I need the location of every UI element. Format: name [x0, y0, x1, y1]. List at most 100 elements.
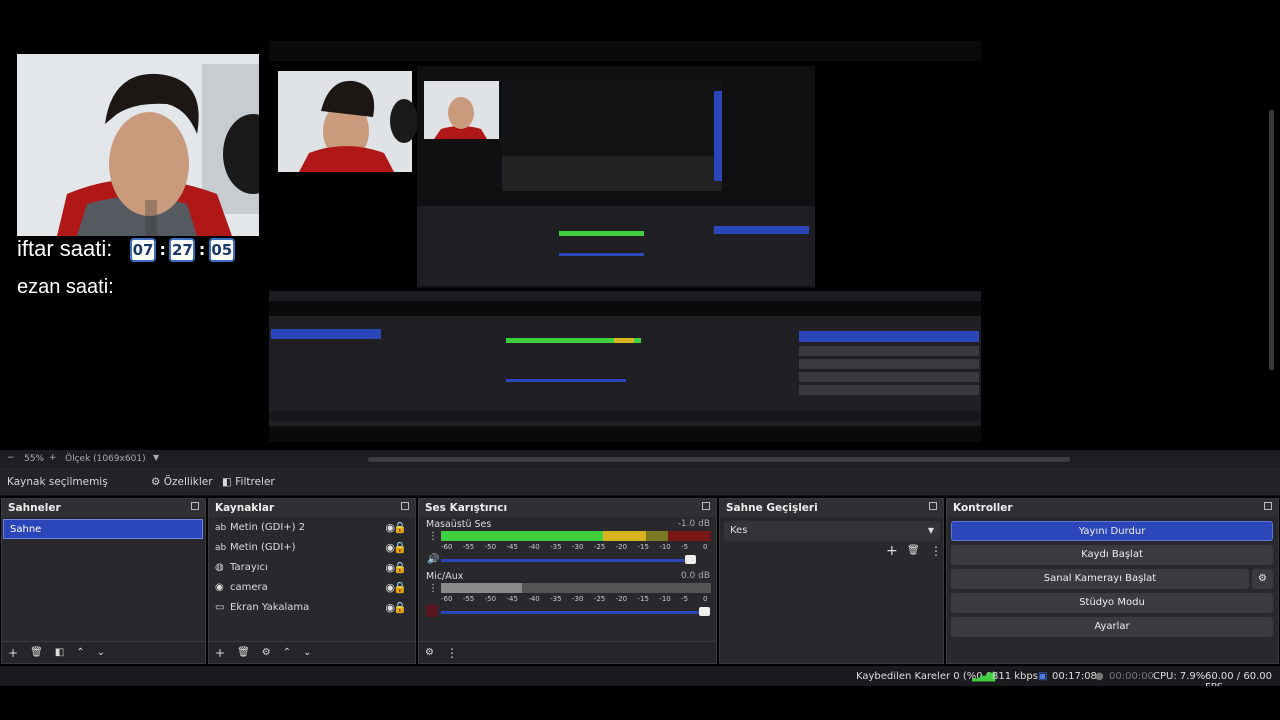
filters-label: Filtreler	[235, 476, 275, 488]
add-icon[interactable]: +	[8, 646, 18, 660]
gear-icon[interactable]: ⚙	[262, 647, 271, 658]
lock-icon[interactable]: 🔒	[393, 558, 407, 578]
meter-tick-label: -45	[506, 595, 518, 603]
meter-tick-label: -10	[659, 595, 671, 603]
transition-select[interactable]: Kes ▼	[724, 521, 940, 541]
chevron-up-icon[interactable]: ⌃	[283, 647, 291, 658]
chevron-down-icon[interactable]: ▼	[153, 453, 159, 462]
undock-icon[interactable]	[401, 502, 409, 510]
dock-title: Sahneler	[2, 499, 205, 517]
iftar-label: iftar saati:	[17, 236, 113, 261]
meter-tick-label: -35	[550, 543, 562, 551]
source-item[interactable]: ◉ camera ◉ 🔒	[209, 578, 415, 598]
source-item[interactable]: ab Metin (GDI+) 2 ◉ 🔒	[209, 518, 415, 538]
webcam-feed	[17, 54, 259, 236]
lock-icon[interactable]: 🔒	[393, 518, 407, 538]
dock-title: Sahne Geçişleri	[720, 499, 943, 517]
channel-name: Masaüstü Ses	[426, 519, 492, 530]
transition-value: Kes	[730, 525, 748, 536]
start-recording-button[interactable]: Kaydı Başlat	[951, 545, 1273, 565]
source-label: camera	[230, 582, 268, 593]
volume-slider[interactable]	[441, 559, 691, 562]
meter-tick-label: -50	[484, 543, 497, 551]
add-icon[interactable]: +	[886, 543, 898, 559]
timer-minutes: 27	[169, 238, 196, 262]
kebab-menu-icon[interactable]: ⋮	[428, 583, 438, 594]
zoom-out-button[interactable]: −	[7, 453, 15, 463]
kebab-menu-icon[interactable]: ⋮	[930, 544, 942, 558]
stop-streaming-button[interactable]: Yayını Durdur	[951, 521, 1273, 541]
chevron-up-icon[interactable]: ⌃	[76, 647, 84, 658]
add-icon[interactable]: +	[215, 646, 225, 660]
volume-slider[interactable]	[441, 611, 701, 614]
zoom-in-button[interactable]: +	[49, 453, 57, 463]
trash-icon[interactable]: 🗑	[907, 545, 920, 556]
source-label: Metin (GDI+) 2	[230, 522, 306, 533]
sources-toolbar: + 🗑 ⚙ ⌃ ⌄	[209, 641, 415, 663]
meter-tick-label: 0	[703, 543, 708, 551]
speaker-icon[interactable]: 🔊	[427, 554, 439, 565]
sources-list: ab Metin (GDI+) 2 ◉ 🔒 ab Metin (GDI+) ◉ 🔒 ◍ Tar…	[209, 517, 415, 618]
scene-item-sahne[interactable]: Sahne	[3, 519, 203, 539]
sources-dock: Kaynaklar ab Metin (GDI+) 2 ◉ 🔒 ab Metin (GD…	[208, 498, 416, 664]
meter-tick-label: -60	[441, 595, 453, 603]
stream-time: 00:17:08	[1052, 671, 1097, 682]
meter-tick-label: -30	[572, 543, 584, 551]
camera-icon: ◉	[215, 582, 224, 593]
screen-border	[0, 686, 1280, 720]
source-item[interactable]: ab Metin (GDI+) ◉ 🔒	[209, 538, 415, 558]
preview-horizontal-scrollbar[interactable]	[368, 457, 1070, 462]
scenes-dock: Sahneler Sahne + 🗑 ◧ ⌃ ⌄	[1, 498, 206, 664]
meter-tick-label: -10	[659, 543, 671, 551]
controls-dock: Kontroller Yayını Durdur Kaydı Başlat Sa…	[946, 498, 1279, 664]
chevron-down-icon[interactable]: ⌄	[97, 647, 105, 658]
ezan-label: ezan saati:	[17, 276, 114, 298]
scale-mode[interactable]: Ölçek (1069x601)	[65, 454, 146, 464]
properties-button[interactable]: ⚙ Özellikler	[151, 476, 213, 488]
lock-icon[interactable]: 🔒	[393, 538, 407, 558]
preview-vertical-scrollbar[interactable]	[1269, 110, 1274, 370]
trash-icon[interactable]: 🗑	[30, 647, 43, 658]
meter-tick-label: -25	[593, 595, 606, 603]
sources-title: Kaynaklar	[215, 502, 275, 514]
kebab-menu-icon[interactable]: ⋮	[428, 531, 438, 542]
meter-tick-label: -20	[615, 543, 628, 551]
kebab-menu-icon[interactable]: ⋮	[446, 646, 458, 660]
scenes-title: Sahneler	[8, 502, 61, 514]
chevron-down-icon[interactable]: ⌄	[303, 647, 311, 658]
zoom-level: 55%	[24, 454, 45, 464]
mute-icon[interactable]	[426, 605, 438, 617]
undock-icon[interactable]	[191, 502, 199, 510]
monitor-icon: ▭	[215, 602, 225, 613]
slider-handle[interactable]	[685, 555, 696, 564]
start-virtual-camera-button[interactable]: Sanal Kamerayı Başlat	[951, 569, 1249, 589]
undock-icon[interactable]	[702, 502, 710, 510]
meter-idle	[441, 583, 522, 593]
trash-icon[interactable]: 🗑	[237, 647, 250, 658]
meter-tick-label: -25	[593, 543, 606, 551]
meter-tick-label: 0	[703, 595, 708, 603]
lock-icon[interactable]: 🔒	[393, 578, 407, 598]
meter-yellow	[603, 531, 647, 541]
lock-icon[interactable]: 🔒	[393, 598, 407, 618]
meter-tick-label: -50	[484, 595, 497, 603]
record-icon: ●	[1095, 671, 1104, 682]
settings-button[interactable]: Ayarlar	[951, 617, 1273, 637]
undock-icon[interactable]	[1264, 502, 1272, 510]
studio-mode-button[interactable]: Stüdyo Modu	[951, 593, 1273, 613]
source-item[interactable]: ◍ Tarayıcı ◉ 🔒	[209, 558, 415, 578]
filter-icon[interactable]: ◧	[55, 647, 64, 658]
filters-button[interactable]: ◧ Filtreler	[222, 476, 275, 488]
gear-icon[interactable]: ⚙	[1252, 569, 1273, 589]
meter-ticks: -60 -55 -50 -45 -40 -35 -30 -25 -20 -15 -10 -5 0	[441, 595, 711, 605]
advanced-audio-icon[interactable]: ⚙	[425, 647, 434, 658]
source-item[interactable]: ▭ Ekran Yakalama ◉ 🔒	[209, 598, 415, 618]
slider-handle[interactable]	[699, 607, 710, 616]
volume-meter	[441, 531, 711, 541]
transitions-title: Sahne Geçişleri	[726, 502, 818, 514]
volume-meter	[441, 583, 711, 593]
timer-seconds: 05	[208, 238, 235, 262]
undock-icon[interactable]	[929, 502, 937, 510]
dock-title: Kontroller	[947, 499, 1278, 517]
meter-tick-label: -30	[572, 595, 584, 603]
